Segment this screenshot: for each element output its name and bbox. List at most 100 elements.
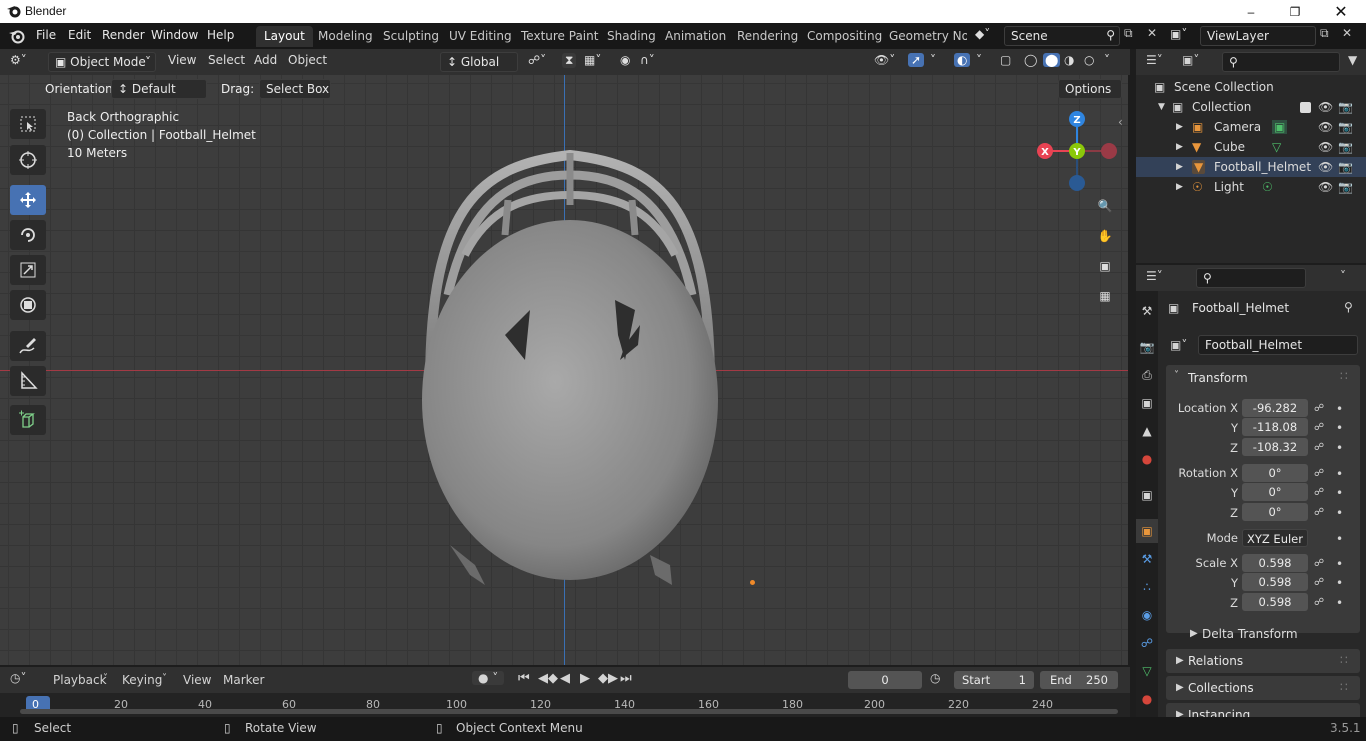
auto-keying-button[interactable]: ● ˅ [472, 671, 505, 685]
datablock-icon[interactable]: ▣˅ [1170, 338, 1187, 352]
expand-icon[interactable]: ▶ [1176, 709, 1184, 717]
close-button[interactable]: ✕ [1318, 0, 1364, 23]
transform-panel-title[interactable]: Transform [1188, 371, 1248, 385]
football-helmet-model[interactable] [410, 145, 730, 585]
preview-range-icon[interactable]: ◷ [930, 671, 940, 685]
editor-type-icon[interactable]: ⚙˅ [10, 53, 27, 67]
lock-rotation-x-icon[interactable]: ☍ [1314, 468, 1324, 479]
pin-icon[interactable]: ⚲ [1344, 300, 1353, 314]
gizmo-toggle-icon[interactable]: ➚ [908, 53, 925, 67]
tab-layout[interactable]: Layout [256, 26, 313, 47]
minimize-button[interactable]: – [1228, 0, 1274, 23]
output-tab[interactable]: ⎙ [1136, 363, 1158, 387]
scene-tab[interactable]: ▲ [1136, 419, 1158, 443]
lock-location-y-icon[interactable]: ☍ [1314, 422, 1324, 433]
outliner-search-input[interactable]: ⚲ [1222, 52, 1340, 72]
tab-uv-editing[interactable]: UV Editing [441, 26, 520, 47]
drag-handle-icon[interactable]: ∷ [1340, 369, 1348, 383]
location-x-field[interactable]: -96.282 [1242, 399, 1308, 417]
lock-rotation-y-icon[interactable]: ☍ [1314, 487, 1324, 498]
outliner-row-cube[interactable]: ▶ ▼ Cube ▽ 👁 📷 [1136, 137, 1366, 157]
jump-keyframe-forward-button[interactable]: ◆▶ [598, 671, 618, 686]
new-scene-icon[interactable]: ⧉ [1124, 26, 1133, 41]
tab-rendering[interactable]: Rendering [729, 26, 806, 47]
visibility-eye-icon[interactable]: 👁 [1318, 160, 1333, 174]
pivot-point-icon[interactable]: ☍˅ [528, 53, 546, 67]
tab-animation[interactable]: Animation [657, 26, 734, 47]
object-name-field[interactable]: Football_Helmet [1198, 335, 1358, 355]
keyframe-dot[interactable]: • [1336, 557, 1343, 571]
exclude-checkbox[interactable] [1300, 101, 1311, 113]
camera-data-icon[interactable]: ▣ [1272, 120, 1288, 134]
render-camera-icon[interactable]: 📷 [1338, 120, 1353, 134]
lock-scale-x-icon[interactable]: ☍ [1314, 558, 1324, 569]
world-tab[interactable]: ● [1136, 447, 1158, 471]
rendered-shading-icon[interactable]: ○ [1084, 53, 1094, 67]
rotation-x-field[interactable]: 0° [1242, 464, 1308, 482]
timeline-scrollbar[interactable] [20, 709, 1118, 714]
outliner-row-scene-collection[interactable]: ▣ Scene Collection [1136, 77, 1366, 97]
visibility-eye-icon[interactable]: 👁 [1318, 120, 1333, 134]
transform-orientation-selector[interactable]: ↕ Global [440, 52, 518, 72]
render-tab[interactable]: 📷 [1136, 335, 1158, 359]
material-shading-icon[interactable]: ◑ [1064, 53, 1074, 67]
rotation-mode-selector[interactable]: XYZ Euler [1242, 529, 1308, 547]
measure-tool[interactable] [10, 366, 46, 396]
drag-handle-icon[interactable]: ∷ [1340, 653, 1348, 667]
pan-button[interactable]: ✋ [1092, 223, 1118, 249]
mode-selector[interactable]: ▣ Object Mode ˅ [48, 52, 156, 72]
xray-icon[interactable]: ▢ [1000, 53, 1011, 67]
tab-texture-paint[interactable]: Texture Paint [513, 26, 606, 47]
menu-view[interactable]: View [183, 673, 211, 687]
ortho-toggle-button[interactable]: ▦ [1092, 283, 1118, 309]
physics-tab[interactable]: ◉ [1136, 603, 1158, 627]
render-camera-icon[interactable]: 📷 [1338, 100, 1353, 114]
visibility-eye-icon[interactable]: 👁 [1318, 140, 1333, 154]
sidebar-toggle-icon[interactable]: ‹ [1118, 115, 1123, 129]
proportional-edit-icon[interactable]: ◉ [620, 53, 630, 67]
jump-start-button[interactable]: ⏮ [518, 671, 530, 686]
menu-add[interactable]: Add [254, 53, 277, 67]
options-button[interactable]: Options [1058, 79, 1122, 99]
wireframe-shading-icon[interactable]: ◯ [1024, 53, 1037, 67]
expand-icon[interactable]: ▶ [1176, 682, 1184, 693]
scale-x-field[interactable]: 0.598 [1242, 554, 1308, 572]
relations-title[interactable]: Relations [1188, 654, 1243, 668]
outliner-row-light[interactable]: ▶ ☉ Light ☉ 👁 📷 [1136, 177, 1366, 197]
gizmo-menu-icon[interactable]: ˅ [930, 53, 936, 67]
delta-transform-panel[interactable]: Delta Transform [1202, 627, 1298, 641]
view-layer-icon[interactable]: ▣˅ [1170, 27, 1187, 41]
scale-tool[interactable] [10, 255, 46, 285]
options-chevron-icon[interactable]: ˅ [1340, 269, 1346, 283]
move-tool[interactable] [10, 185, 46, 215]
remove-view-layer-icon[interactable]: ✕ [1342, 26, 1352, 40]
location-y-field[interactable]: -118.08 [1242, 418, 1308, 436]
current-frame-field[interactable]: 0 [848, 671, 922, 689]
tab-shading[interactable]: Shading [599, 26, 664, 47]
properties-editor-icon[interactable]: ☰˅ [1146, 269, 1163, 283]
falloff-icon[interactable]: ∩˅ [640, 53, 655, 67]
view-layer-tab[interactable]: ▣ [1136, 391, 1158, 415]
light-data-icon[interactable]: ☉ [1262, 180, 1273, 194]
mesh-data-icon[interactable]: ▽ [1272, 140, 1281, 154]
filter-icon[interactable]: ▼ [1348, 53, 1357, 67]
navigation-gizmo[interactable]: Z X Y [1030, 105, 1120, 195]
view-layer-selector[interactable]: ViewLayer [1200, 26, 1316, 46]
drag-handle-icon[interactable]: ∷ [1340, 680, 1348, 694]
scale-y-field[interactable]: 0.598 [1242, 573, 1308, 591]
light-origin-point[interactable] [750, 580, 755, 585]
overlay-toggle-icon[interactable]: ◐ [954, 53, 971, 67]
scene-icon[interactable]: ◆˅ [975, 27, 990, 41]
render-camera-icon[interactable]: 📷 [1338, 160, 1353, 174]
menu-object[interactable]: Object [288, 53, 327, 67]
pin-icon[interactable]: ⚲ [1106, 28, 1115, 42]
outliner-row-camera[interactable]: ▶ ▣ Camera ▣ 👁 📷 [1136, 117, 1366, 137]
visibility-eye-icon[interactable]: 👁 [1318, 100, 1333, 114]
keyframe-dot[interactable]: • [1336, 486, 1343, 500]
visibility-icon[interactable]: 👁˅ [874, 53, 895, 67]
tab-modeling[interactable]: Modeling [310, 26, 381, 47]
rotation-z-field[interactable]: 0° [1242, 503, 1308, 521]
tool-tab[interactable]: ⚒ [1136, 299, 1158, 323]
menu-help[interactable]: Help [207, 28, 234, 42]
snap-target-icon[interactable]: ▦˅ [584, 53, 601, 67]
